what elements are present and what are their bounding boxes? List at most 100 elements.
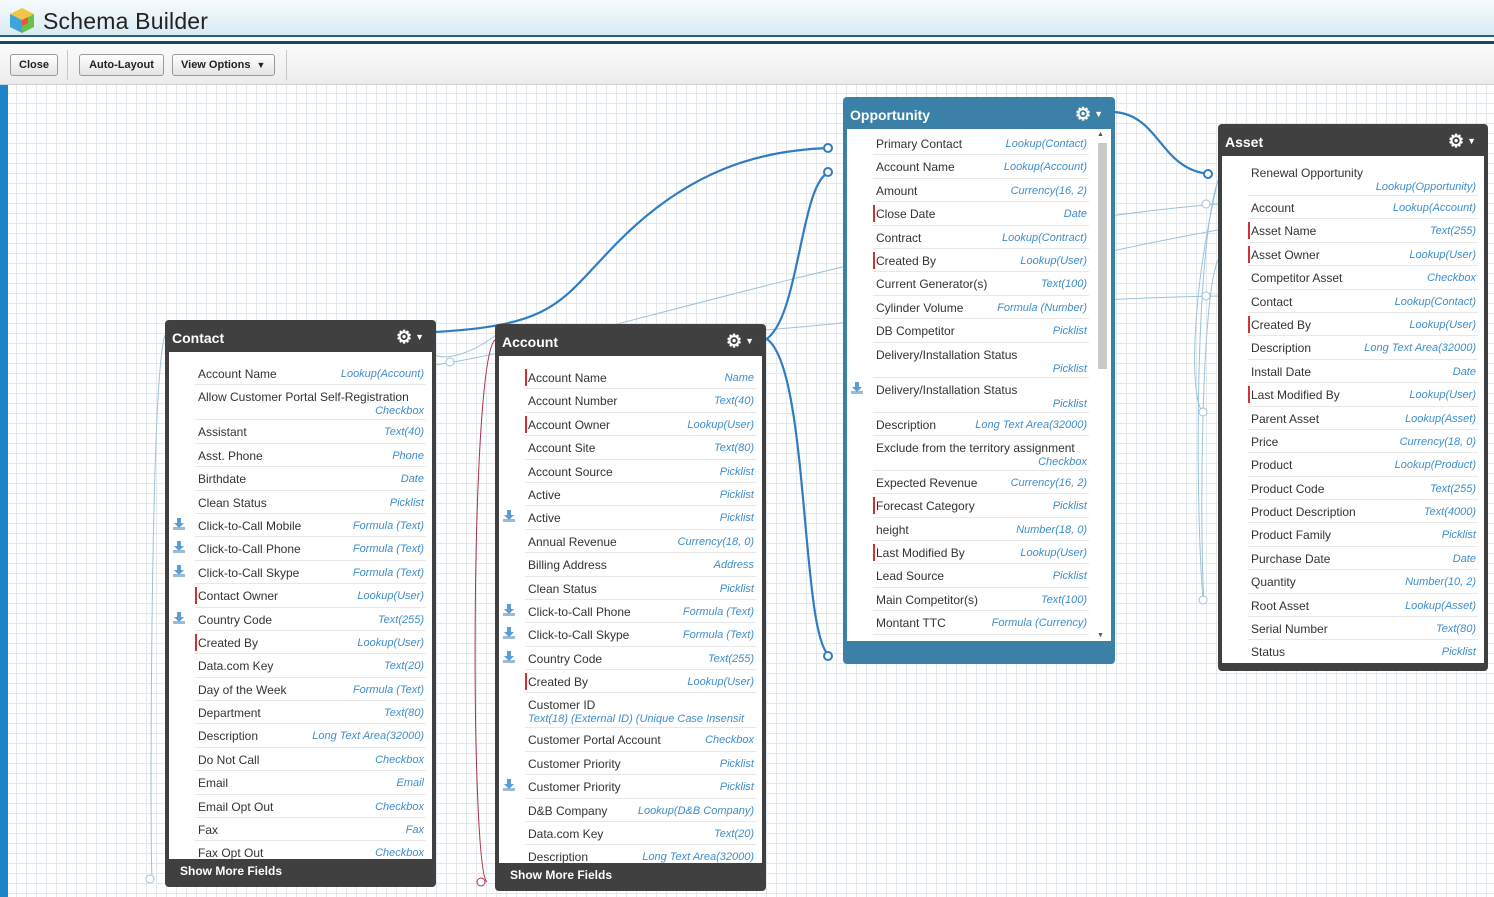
object-asset[interactable]: Asset ⚙ ▼ Renewal Opportunity Lookup(Oppor… bbox=[1218, 124, 1488, 671]
field-row[interactable]: Do Not Call Checkbox bbox=[195, 748, 426, 772]
gear-icon[interactable]: ⚙ ▼ bbox=[1448, 132, 1476, 150]
gear-icon[interactable]: ⚙ ▼ bbox=[726, 332, 754, 350]
field-row[interactable]: Customer Priority Picklist bbox=[503, 775, 756, 799]
field-row[interactable]: Country Code Text(255) bbox=[173, 608, 426, 631]
field-row[interactable]: Data.com Key Text(20) bbox=[195, 654, 426, 678]
field-row[interactable]: Description Long Text Area(32000) bbox=[873, 413, 1089, 436]
field-row[interactable]: Last Modified By Lookup(User) bbox=[1248, 383, 1478, 407]
field-row[interactable]: height Number(18, 0) bbox=[873, 518, 1089, 542]
object-contact[interactable]: Contact ⚙ ▼ Account Name Lookup(Account) Al… bbox=[165, 320, 436, 887]
show-more-fields-link[interactable]: Show More Fields bbox=[169, 859, 432, 883]
field-row[interactable]: Forecast Category Picklist bbox=[873, 494, 1089, 518]
field-row[interactable]: Click-to-Call Skype Formula (Text) bbox=[173, 561, 426, 585]
field-row[interactable]: Description Long Text Area(32000) bbox=[195, 724, 426, 748]
field-row[interactable]: Expected Revenue Currency(16, 2) bbox=[873, 471, 1089, 495]
field-row[interactable]: Root Asset Lookup(Asset) bbox=[1248, 594, 1478, 618]
field-row[interactable]: Contact Owner Lookup(User) bbox=[195, 584, 426, 608]
field-row[interactable]: Asset Owner Lookup(User) bbox=[1248, 243, 1478, 267]
field-row[interactable]: Account Name Lookup(Account) bbox=[873, 155, 1089, 179]
field-row[interactable]: Annual Revenue Currency(18, 0) bbox=[525, 530, 756, 554]
field-row[interactable]: Department Text(80) bbox=[195, 701, 426, 725]
field-row[interactable]: Last Modified By Lookup(User) bbox=[873, 541, 1089, 565]
field-row[interactable]: Created By Lookup(User) bbox=[873, 249, 1089, 273]
field-row[interactable]: Price Currency(18, 0) bbox=[1248, 430, 1478, 454]
field-row[interactable]: Data.com Key Text(20) bbox=[525, 822, 756, 846]
field-row[interactable]: Contact Lookup(Contact) bbox=[1248, 290, 1478, 313]
field-row[interactable]: Competitor Asset Checkbox bbox=[1248, 266, 1478, 290]
object-header[interactable]: Contact ⚙ ▼ bbox=[169, 324, 432, 352]
field-row[interactable]: Account Site Text(80) bbox=[525, 436, 756, 460]
field-row[interactable]: Asst. Phone Phone bbox=[195, 444, 426, 468]
field-row[interactable]: Billing Address Address bbox=[525, 553, 756, 577]
field-row[interactable]: Country Code Text(255) bbox=[503, 647, 756, 671]
object-account[interactable]: Account ⚙ ▼ Account Name Name Account Numbe… bbox=[495, 324, 766, 891]
field-row[interactable]: Renewal Opportunity Lookup(Opportunity) bbox=[1248, 161, 1478, 196]
field-row[interactable]: Account Name Name bbox=[525, 366, 756, 390]
field-row[interactable]: Customer ID Text(18) (External ID) (Uniqu… bbox=[525, 693, 756, 729]
field-row[interactable]: Account Name Lookup(Account) bbox=[195, 362, 426, 386]
field-row[interactable]: Active Picklist bbox=[525, 483, 756, 507]
field-row[interactable]: Product Family Picklist bbox=[1248, 523, 1478, 547]
field-row[interactable]: Description Long Text Area(32000) bbox=[525, 845, 756, 863]
show-more-fields-link[interactable]: Show More Fields bbox=[499, 863, 762, 887]
object-header[interactable]: Account ⚙ ▼ bbox=[499, 328, 762, 356]
field-row[interactable]: Status Picklist bbox=[1248, 640, 1478, 663]
field-row[interactable]: Current Generator(s) Text(100) bbox=[873, 272, 1089, 296]
object-header[interactable]: Opportunity ⚙ ▼ bbox=[847, 101, 1111, 129]
field-row[interactable]: Clean Status Picklist bbox=[195, 491, 426, 514]
field-row[interactable]: Fax Fax bbox=[195, 818, 426, 842]
field-row[interactable]: Primary Contact Lookup(Contact) bbox=[873, 132, 1089, 156]
field-row[interactable]: Product Lookup(Product) bbox=[1248, 453, 1478, 477]
field-scroll-area[interactable]: Primary Contact Lookup(Contact) Account Na… bbox=[847, 129, 1111, 641]
field-row[interactable]: Exclude from the territory assignment Che… bbox=[873, 436, 1089, 471]
field-row[interactable]: Birthdate Date bbox=[195, 467, 426, 491]
field-row[interactable]: Main Competitor(s) Text(100) bbox=[873, 588, 1089, 612]
field-row[interactable]: Lead Source Picklist bbox=[873, 564, 1089, 588]
field-row[interactable]: Account Lookup(Account) bbox=[1248, 196, 1478, 220]
gear-icon[interactable]: ⚙ ▼ bbox=[1075, 105, 1103, 123]
field-row[interactable]: Close Date Date bbox=[873, 202, 1089, 226]
field-row[interactable]: Click-to-Call Mobile Formula (Text) bbox=[173, 514, 426, 538]
field-row[interactable]: Created By Lookup(User) bbox=[1248, 313, 1478, 337]
field-row[interactable]: DB Competitor Picklist bbox=[873, 319, 1089, 343]
field-row[interactable]: Click-to-Call Phone Formula (Text) bbox=[173, 537, 426, 561]
object-opportunity[interactable]: Opportunity ⚙ ▼ Primary Contact Lookup(Con… bbox=[843, 97, 1115, 664]
field-row[interactable]: Montant TTC Formula (Currency) bbox=[873, 611, 1089, 635]
field-row[interactable]: Customer Priority Picklist bbox=[525, 752, 756, 776]
field-row[interactable]: Account Source Picklist bbox=[525, 460, 756, 483]
field-row[interactable]: Click-to-Call Skype Formula (Text) bbox=[503, 623, 756, 647]
field-row[interactable]: Product Description Text(4000) bbox=[1248, 500, 1478, 524]
scrollbar-thumb[interactable] bbox=[1098, 143, 1107, 369]
field-row[interactable]: Cylinder Volume Formula (Number) bbox=[873, 296, 1089, 320]
field-row[interactable]: Active Picklist bbox=[503, 506, 756, 530]
field-row[interactable]: Account Number Text(40) bbox=[525, 389, 756, 413]
field-row[interactable]: Email Opt Out Checkbox bbox=[195, 795, 426, 819]
field-row[interactable]: Allow Customer Portal Self-Registration C… bbox=[195, 385, 426, 421]
field-row[interactable]: Account Owner Lookup(User) bbox=[525, 413, 756, 437]
scroll-down-icon[interactable]: ▼ bbox=[1097, 632, 1104, 639]
field-row[interactable]: Purchase Date Date bbox=[1248, 547, 1478, 571]
field-row[interactable]: Assistant Text(40) bbox=[195, 420, 426, 444]
field-row[interactable]: Description Long Text Area(32000) bbox=[1248, 336, 1478, 360]
field-row[interactable]: Fax Opt Out Checkbox bbox=[195, 841, 426, 859]
field-row[interactable]: Amount Currency(16, 2) bbox=[873, 179, 1089, 203]
object-header[interactable]: Asset ⚙ ▼ bbox=[1222, 128, 1484, 156]
field-row[interactable]: Delivery/Installation Status Picklist bbox=[873, 343, 1089, 378]
gear-icon[interactable]: ⚙ ▼ bbox=[396, 328, 424, 346]
field-row[interactable]: Serial Number Text(80) bbox=[1248, 617, 1478, 641]
field-row[interactable]: Click-to-Call Phone Formula (Text) bbox=[503, 600, 756, 624]
field-row[interactable]: Day of the Week Formula (Text) bbox=[195, 678, 426, 702]
field-row[interactable]: Asset Name Text(255) bbox=[1248, 219, 1478, 243]
field-row[interactable]: Clean Status Picklist bbox=[525, 577, 756, 600]
field-row[interactable]: Customer Portal Account Checkbox bbox=[525, 728, 756, 752]
field-row[interactable]: D&B Company Lookup(D&B Company) bbox=[525, 799, 756, 823]
field-row[interactable]: Delivery/Installation Status Picklist bbox=[851, 378, 1089, 413]
field-row[interactable]: Product Code Text(255) bbox=[1248, 477, 1478, 501]
field-row[interactable]: Created By Lookup(User) bbox=[525, 670, 756, 694]
scrollbar[interactable]: ▲ ▼ bbox=[1095, 129, 1109, 641]
field-row[interactable]: Created By Lookup(User) bbox=[195, 631, 426, 655]
field-row[interactable]: Contract Lookup(Contract) bbox=[873, 226, 1089, 249]
field-row[interactable]: Email Email bbox=[195, 771, 426, 795]
scroll-up-icon[interactable]: ▲ bbox=[1097, 131, 1104, 138]
field-row[interactable]: Parent Asset Lookup(Asset) bbox=[1248, 407, 1478, 430]
